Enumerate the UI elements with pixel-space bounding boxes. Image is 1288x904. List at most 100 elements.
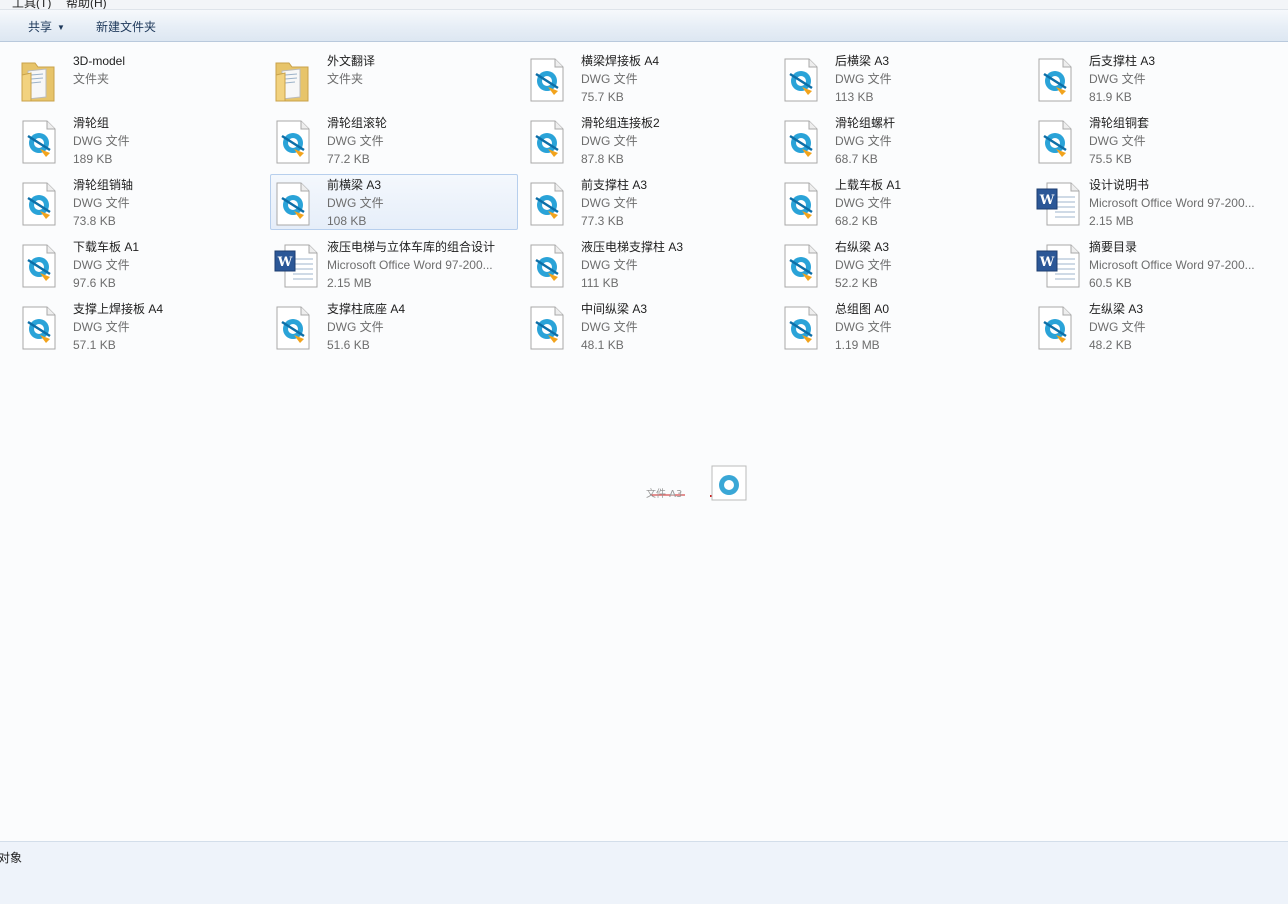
item-size: 2.15 MB [327, 276, 372, 290]
dwg-file-icon [527, 243, 571, 288]
item-size: 189 KB [73, 152, 113, 166]
folder-icon [19, 57, 63, 102]
file-item[interactable]: 横梁焊接板 A4 DWG 文件 75.7 KB [524, 50, 772, 106]
status-text: 对象 [0, 851, 23, 865]
item-text: 液压电梯与立体车库的组合设计 Microsoft Office Word 97-2… [327, 238, 515, 292]
item-size: 2.15 MB [1089, 214, 1134, 228]
dwg-file-icon [19, 305, 63, 350]
item-text: 滑轮组销轴 DWG 文件 73.8 KB [73, 176, 261, 230]
item-size: 77.3 KB [581, 214, 624, 228]
folder-item[interactable]: 3D-model 文件夹 [16, 50, 264, 106]
item-type: DWG 文件 [327, 196, 384, 210]
item-text: 中间纵梁 A3 DWG 文件 48.1 KB [581, 300, 769, 354]
item-name: 外文翻译 [327, 54, 376, 68]
item-type: DWG 文件 [581, 72, 638, 86]
file-item[interactable]: 总组图 A0 DWG 文件 1.19 MB [778, 298, 1026, 354]
item-type: DWG 文件 [835, 134, 892, 148]
item-name: 中间纵梁 A3 [581, 302, 648, 316]
item-text: 滑轮组铜套 DWG 文件 75.5 KB [1089, 114, 1277, 168]
item-type: DWG 文件 [835, 72, 892, 86]
item-name: 液压电梯与立体车库的组合设计 [327, 240, 496, 254]
svg-text:W: W [1039, 193, 1055, 208]
file-item[interactable]: 前横梁 A3 DWG 文件 108 KB [270, 174, 518, 230]
file-item[interactable]: 上载车板 A1 DWG 文件 68.2 KB [778, 174, 1026, 230]
file-item[interactable]: 右纵梁 A3 DWG 文件 52.2 KB [778, 236, 1026, 292]
file-item[interactable]: 滑轮组滚轮 DWG 文件 77.2 KB [270, 112, 518, 168]
item-size: 52.2 KB [835, 276, 878, 290]
file-item[interactable]: 支撑柱底座 A4 DWG 文件 51.6 KB [270, 298, 518, 354]
item-size: 51.6 KB [327, 338, 370, 352]
item-name: 横梁焊接板 A4 [581, 54, 660, 68]
item-type: 文件夹 [73, 72, 110, 86]
item-type: DWG 文件 [1089, 72, 1146, 86]
item-text: 后支撑柱 A3 DWG 文件 81.9 KB [1089, 52, 1277, 106]
file-item[interactable]: 液压电梯支撑柱 A3 DWG 文件 111 KB [524, 236, 772, 292]
word-document-icon: W [273, 243, 318, 288]
file-item[interactable]: 滑轮组铜套 DWG 文件 75.5 KB [1032, 112, 1280, 168]
dwg-file-icon [273, 119, 317, 164]
dwg-file-icon [1035, 57, 1079, 102]
dwg-file-icon [527, 119, 571, 164]
file-item[interactable]: 滑轮组连接板2 DWG 文件 87.8 KB [524, 112, 772, 168]
item-text: 液压电梯支撑柱 A3 DWG 文件 111 KB [581, 238, 769, 292]
new-folder-button[interactable]: 新建文件夹 [96, 18, 156, 35]
item-name: 支撑柱底座 A4 [327, 302, 406, 316]
dwg-file-icon [1035, 305, 1079, 350]
item-type: DWG 文件 [73, 134, 130, 148]
share-button[interactable]: 共享 ▼ [28, 18, 65, 35]
status-bar: 对象 [0, 841, 1288, 904]
dwg-file-icon [19, 243, 63, 288]
item-text: 支撑上焊接板 A4 DWG 文件 57.1 KB [73, 300, 261, 354]
item-name: 右纵梁 A3 [835, 240, 890, 254]
file-item[interactable]: 滑轮组销轴 DWG 文件 73.8 KB [16, 174, 264, 230]
file-item[interactable]: W 液压电梯与立体车库的组合设计 Microsoft Office Word 97-… [270, 236, 518, 292]
file-item[interactable]: 滑轮组 DWG 文件 189 KB [16, 112, 264, 168]
item-text: 滑轮组螺杆 DWG 文件 68.7 KB [835, 114, 1023, 168]
file-item[interactable]: 中间纵梁 A3 DWG 文件 48.1 KB [524, 298, 772, 354]
file-list: 3D-model 文件夹 外文翻译 文件夹 横梁焊接板 A4 DWG 文件 75.7 KB 后… [0, 42, 1288, 840]
item-size: 68.2 KB [835, 214, 878, 228]
item-type: DWG 文件 [73, 320, 130, 334]
item-size: 48.1 KB [581, 338, 624, 352]
drag-ghost: 文件 A3 [640, 462, 790, 508]
folder-item[interactable]: 外文翻译 文件夹 [270, 50, 518, 106]
item-name: 滑轮组铜套 [1089, 116, 1150, 130]
file-item[interactable]: 左纵梁 A3 DWG 文件 48.2 KB [1032, 298, 1280, 354]
item-name: 摘要目录 [1089, 240, 1138, 254]
item-name: 滑轮组滚轮 [327, 116, 388, 130]
chevron-down-icon: ▼ [57, 23, 65, 32]
word-document-icon: W [1035, 243, 1080, 288]
menu-help[interactable]: 帮助(H) [66, 0, 107, 9]
file-item[interactable]: 前支撑柱 A3 DWG 文件 77.3 KB [524, 174, 772, 230]
item-name: 前横梁 A3 [327, 178, 382, 192]
item-size: 60.5 KB [1089, 276, 1132, 290]
menu-tools[interactable]: 工具(T) [12, 0, 51, 9]
item-text: 滑轮组连接板2 DWG 文件 87.8 KB [581, 114, 769, 168]
item-size: 48.2 KB [1089, 338, 1132, 352]
file-item[interactable]: W 设计说明书 Microsoft Office Word 97-200... 2.1… [1032, 174, 1280, 230]
file-item[interactable]: 后支撑柱 A3 DWG 文件 81.9 KB [1032, 50, 1280, 106]
menu-bar: 工具(T) 帮助(H) [0, 0, 1288, 10]
dwg-file-icon [781, 181, 825, 226]
item-text: 右纵梁 A3 DWG 文件 52.2 KB [835, 238, 1023, 292]
file-item[interactable]: 后横梁 A3 DWG 文件 113 KB [778, 50, 1026, 106]
file-item[interactable]: 下载车板 A1 DWG 文件 97.6 KB [16, 236, 264, 292]
item-type: DWG 文件 [327, 134, 384, 148]
dwg-file-icon [527, 305, 571, 350]
item-type: DWG 文件 [581, 134, 638, 148]
item-type: Microsoft Office Word 97-200... [1089, 258, 1255, 272]
item-text: 滑轮组滚轮 DWG 文件 77.2 KB [327, 114, 515, 168]
item-text: 3D-model 文件夹 [73, 52, 261, 88]
item-type: Microsoft Office Word 97-200... [327, 258, 493, 272]
item-type: DWG 文件 [835, 196, 892, 210]
file-item[interactable]: 滑轮组螺杆 DWG 文件 68.7 KB [778, 112, 1026, 168]
item-name: 支撑上焊接板 A4 [73, 302, 164, 316]
dwg-file-icon [527, 181, 571, 226]
item-text: 设计说明书 Microsoft Office Word 97-200... 2.15… [1089, 176, 1277, 230]
file-item[interactable]: 支撑上焊接板 A4 DWG 文件 57.1 KB [16, 298, 264, 354]
item-name: 滑轮组销轴 [73, 178, 134, 192]
item-name: 下载车板 A1 [73, 240, 140, 254]
item-size: 57.1 KB [73, 338, 116, 352]
item-type: DWG 文件 [581, 258, 638, 272]
file-item[interactable]: W 摘要目录 Microsoft Office Word 97-200... 60.5… [1032, 236, 1280, 292]
